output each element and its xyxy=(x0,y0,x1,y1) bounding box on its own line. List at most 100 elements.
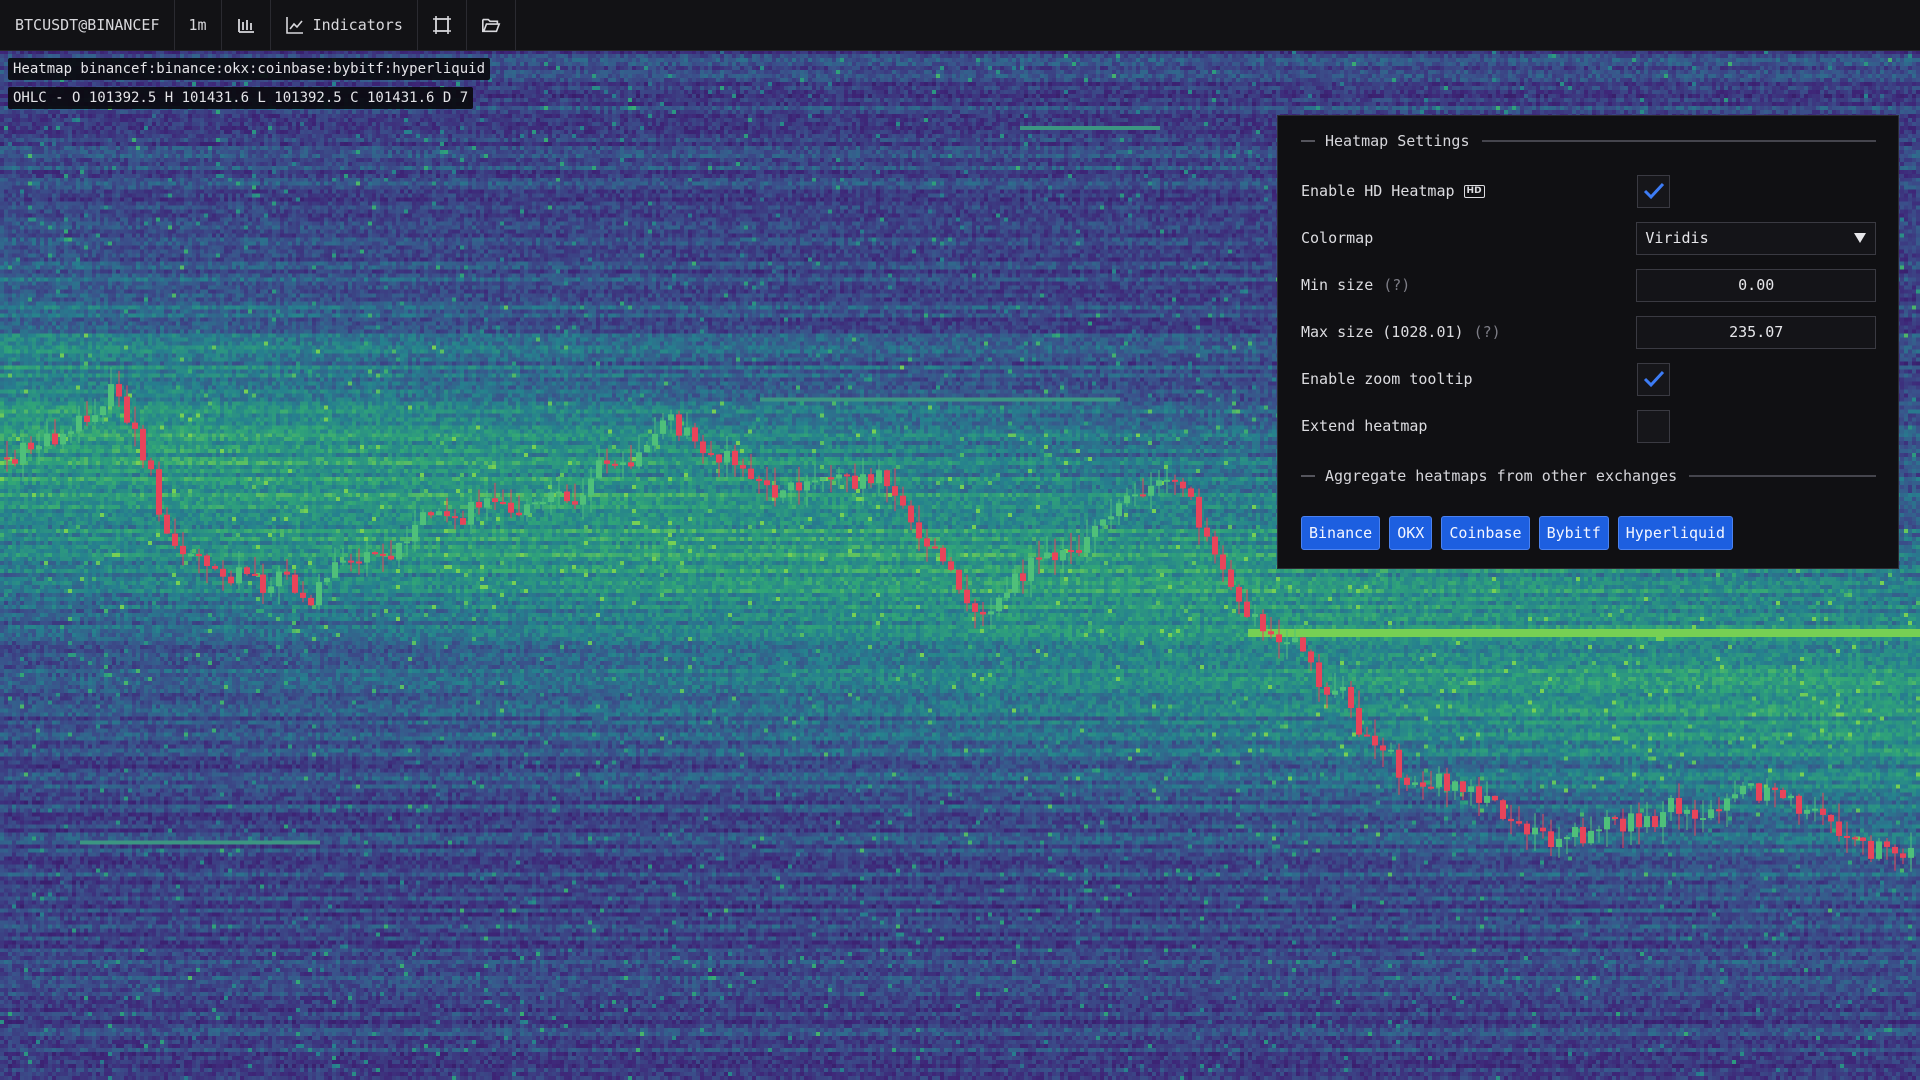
candle-body[interactable] xyxy=(1284,642,1290,645)
candle-body[interactable] xyxy=(836,474,842,479)
candle-body[interactable] xyxy=(644,445,650,453)
candle-body[interactable] xyxy=(92,415,98,422)
candle-body[interactable] xyxy=(212,566,218,569)
candle-body[interactable] xyxy=(292,574,298,593)
enable-hd-checkbox[interactable] xyxy=(1637,174,1670,208)
candle-body[interactable] xyxy=(340,560,346,563)
candle-body[interactable] xyxy=(1692,809,1698,819)
candle-body[interactable] xyxy=(1412,782,1418,785)
candle-body[interactable] xyxy=(1204,527,1210,537)
candle-body[interactable] xyxy=(1580,826,1586,844)
candle-body[interactable] xyxy=(1852,837,1858,840)
candle-body[interactable] xyxy=(1004,592,1010,598)
candle-body[interactable] xyxy=(1740,785,1746,795)
max-size-input[interactable]: 235.07 xyxy=(1636,315,1876,349)
candle-body[interactable] xyxy=(892,486,898,496)
candle-body[interactable] xyxy=(1124,495,1130,504)
candle-body[interactable] xyxy=(660,420,666,434)
candle-body[interactable] xyxy=(1716,809,1722,812)
candle-body[interactable] xyxy=(1612,817,1618,820)
candle-body[interactable] xyxy=(812,480,818,483)
candle-body[interactable] xyxy=(1252,614,1258,617)
candle-body[interactable] xyxy=(828,477,834,480)
candle-body[interactable] xyxy=(1604,817,1610,830)
candle-body[interactable] xyxy=(948,561,954,570)
candle-body[interactable] xyxy=(132,422,138,429)
candle-body[interactable] xyxy=(84,415,90,422)
candle-body[interactable] xyxy=(1508,818,1514,822)
candle-body[interactable] xyxy=(388,555,394,560)
candle-body[interactable] xyxy=(876,470,882,484)
layout-button[interactable] xyxy=(418,0,467,50)
candle-body[interactable] xyxy=(1700,818,1706,821)
candle-body[interactable] xyxy=(268,586,274,593)
candle-body[interactable] xyxy=(1172,479,1178,482)
candle-body[interactable] xyxy=(972,603,978,612)
candle-body[interactable] xyxy=(108,384,114,407)
candle-body[interactable] xyxy=(1524,823,1530,835)
candle-body[interactable] xyxy=(260,574,266,593)
candle-body[interactable] xyxy=(1548,831,1554,848)
candle-body[interactable] xyxy=(1428,786,1434,789)
candle-body[interactable] xyxy=(1180,481,1186,489)
candle-body[interactable] xyxy=(1340,686,1346,691)
candle-body[interactable] xyxy=(1276,634,1282,643)
candle-body[interactable] xyxy=(1644,816,1650,828)
candle-body[interactable] xyxy=(772,485,778,498)
min-size-input[interactable]: 0.00 xyxy=(1636,268,1876,302)
candle-body[interactable] xyxy=(12,459,18,464)
candle-body[interactable] xyxy=(28,442,34,450)
candle-body[interactable] xyxy=(1404,777,1410,785)
candle-body[interactable] xyxy=(1372,735,1378,746)
candle-body[interactable] xyxy=(604,460,610,464)
candle-body[interactable] xyxy=(428,512,434,516)
candle-body[interactable] xyxy=(748,468,754,479)
candle-body[interactable] xyxy=(1596,829,1602,832)
candle-body[interactable] xyxy=(668,414,674,421)
candle-body[interactable] xyxy=(540,502,546,505)
candle-body[interactable] xyxy=(988,611,994,615)
candle-body[interactable] xyxy=(1836,821,1842,836)
candle-body[interactable] xyxy=(1364,734,1370,737)
candle-body[interactable] xyxy=(164,514,170,534)
candle-body[interactable] xyxy=(724,450,730,463)
candle-body[interactable] xyxy=(980,611,986,615)
candle-body[interactable] xyxy=(940,547,946,562)
candle-body[interactable] xyxy=(1468,786,1474,792)
candle-body[interactable] xyxy=(1116,503,1122,517)
candle-body[interactable] xyxy=(1748,783,1754,786)
candle-body[interactable] xyxy=(476,501,482,508)
candle-body[interactable] xyxy=(1660,812,1666,828)
candle-body[interactable] xyxy=(1388,749,1394,752)
candle-body[interactable] xyxy=(1188,488,1194,497)
candle-body[interactable] xyxy=(1436,773,1442,787)
candle-body[interactable] xyxy=(796,482,802,491)
candle-body[interactable] xyxy=(1380,745,1386,751)
candle-body[interactable] xyxy=(1460,781,1466,792)
candle-body[interactable] xyxy=(804,481,810,491)
candle-body[interactable] xyxy=(1876,841,1882,859)
candle-body[interactable] xyxy=(1068,550,1074,553)
candle-body[interactable] xyxy=(740,465,746,469)
candle-body[interactable] xyxy=(1212,536,1218,555)
candle-body[interactable] xyxy=(44,433,50,447)
candle-body[interactable] xyxy=(1268,631,1274,635)
candle-body[interactable] xyxy=(4,457,10,460)
candle-body[interactable] xyxy=(1220,554,1226,570)
candle-body[interactable] xyxy=(140,428,146,461)
candle-body[interactable] xyxy=(324,577,330,583)
extend-heatmap-checkbox[interactable] xyxy=(1637,409,1670,443)
candle-body[interactable] xyxy=(68,431,74,434)
candle-body[interactable] xyxy=(420,512,426,525)
candle-body[interactable] xyxy=(548,492,554,503)
symbol-selector[interactable]: BTCUSDT@BINANCEF xyxy=(0,0,175,50)
candle-body[interactable] xyxy=(900,495,906,506)
candle-body[interactable] xyxy=(716,454,722,463)
candle-body[interactable] xyxy=(692,427,698,442)
candle-body[interactable] xyxy=(1316,662,1322,688)
open-layout-button[interactable] xyxy=(467,0,516,50)
candle-body[interactable] xyxy=(1324,687,1330,695)
candle-body[interactable] xyxy=(1356,708,1362,735)
candle-body[interactable] xyxy=(1804,809,1810,814)
candle-body[interactable] xyxy=(788,482,794,491)
